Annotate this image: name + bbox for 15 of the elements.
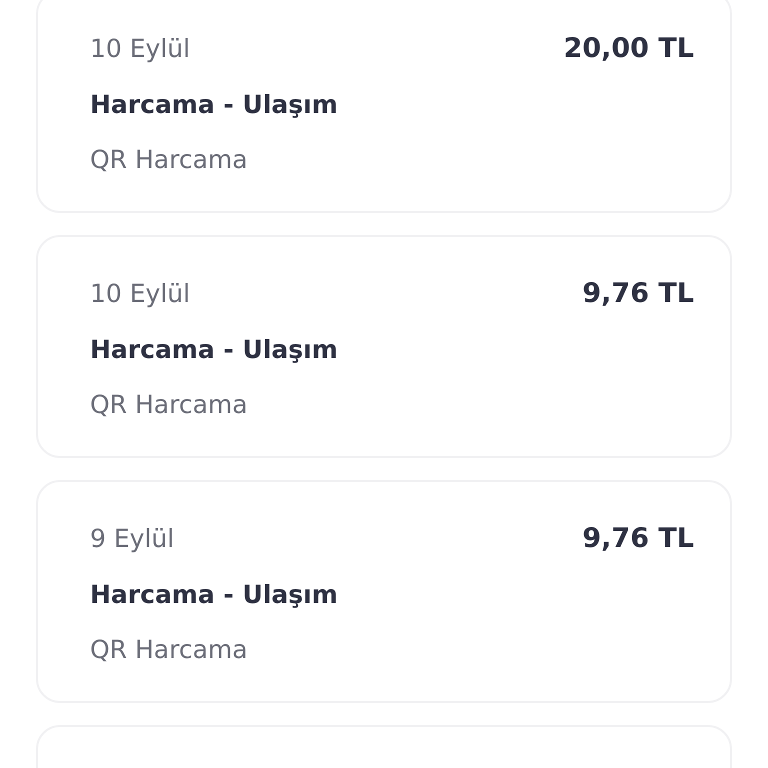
transaction-amount: 9,76 TL bbox=[582, 522, 694, 556]
transaction-card[interactable]: 10 Eylül 20,00 TL Harcama - Ulaşım QR Harcama bbox=[36, 0, 732, 213]
transaction-amount: 9,76 TL bbox=[582, 277, 694, 311]
transaction-title: Harcama - Ulaşım bbox=[90, 89, 338, 121]
transaction-title: Harcama - Ulaşım bbox=[90, 579, 338, 611]
transaction-subtitle: QR Harcama bbox=[90, 634, 248, 666]
transaction-amount: 20,00 TL bbox=[564, 32, 694, 66]
transaction-title: Harcama - Ulaşım bbox=[90, 334, 338, 366]
transaction-subtitle: QR Harcama bbox=[90, 389, 248, 421]
transaction-card[interactable]: 9 Eylül 9,76 TL Harcama - Ulaşım QR Harcama bbox=[36, 480, 732, 703]
transaction-date: 10 Eylül bbox=[90, 278, 190, 310]
transaction-date: 9 Eylül bbox=[90, 523, 174, 555]
transaction-card[interactable]: 10 Eylül 9,76 TL Harcama - Ulaşım QR Harcama bbox=[36, 235, 732, 458]
transaction-subtitle: QR Harcama bbox=[90, 144, 248, 176]
transaction-date: 10 Eylül bbox=[90, 33, 190, 65]
